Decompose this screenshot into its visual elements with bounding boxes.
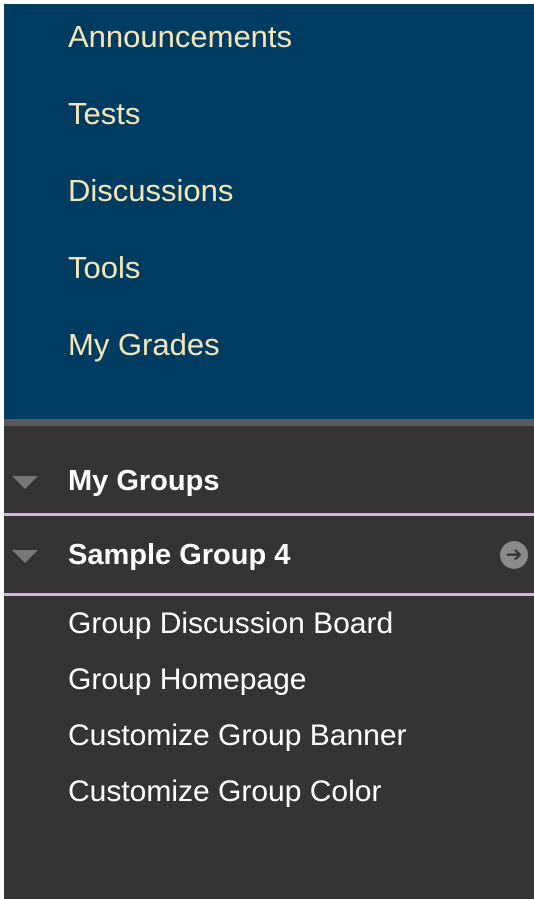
group-header-sample-group[interactable]: Sample Group 4 ➔ — [4, 533, 534, 577]
menu-divider — [4, 419, 534, 426]
course-menu: Announcements Tests Discussions Tools My… — [4, 4, 534, 419]
course-menu-item-my-grades[interactable]: My Grades — [68, 325, 220, 365]
my-groups-label[interactable]: My Groups — [68, 459, 219, 503]
arrow-right-circle-icon[interactable]: ➔ — [500, 541, 528, 569]
group-tool-discussion-board[interactable]: Group Discussion Board — [68, 605, 393, 643]
group-name-label[interactable]: Sample Group 4 — [68, 533, 290, 577]
my-groups-divider — [4, 513, 534, 516]
collapse-triangle-icon[interactable] — [12, 476, 38, 489]
course-menu-item-tools[interactable]: Tools — [68, 248, 140, 288]
course-sidebar: Announcements Tests Discussions Tools My… — [4, 4, 534, 899]
course-menu-item-tests[interactable]: Tests — [68, 94, 140, 134]
group-tool-customize-color[interactable]: Customize Group Color — [68, 773, 381, 811]
collapse-triangle-icon[interactable] — [12, 550, 38, 563]
group-tool-customize-banner[interactable]: Customize Group Banner — [68, 717, 407, 755]
my-groups-header[interactable]: My Groups — [4, 459, 534, 503]
course-menu-item-announcements[interactable]: Announcements — [68, 17, 292, 57]
group-divider — [4, 593, 534, 596]
group-tool-homepage[interactable]: Group Homepage — [68, 661, 306, 699]
course-menu-item-discussions[interactable]: Discussions — [68, 171, 233, 211]
